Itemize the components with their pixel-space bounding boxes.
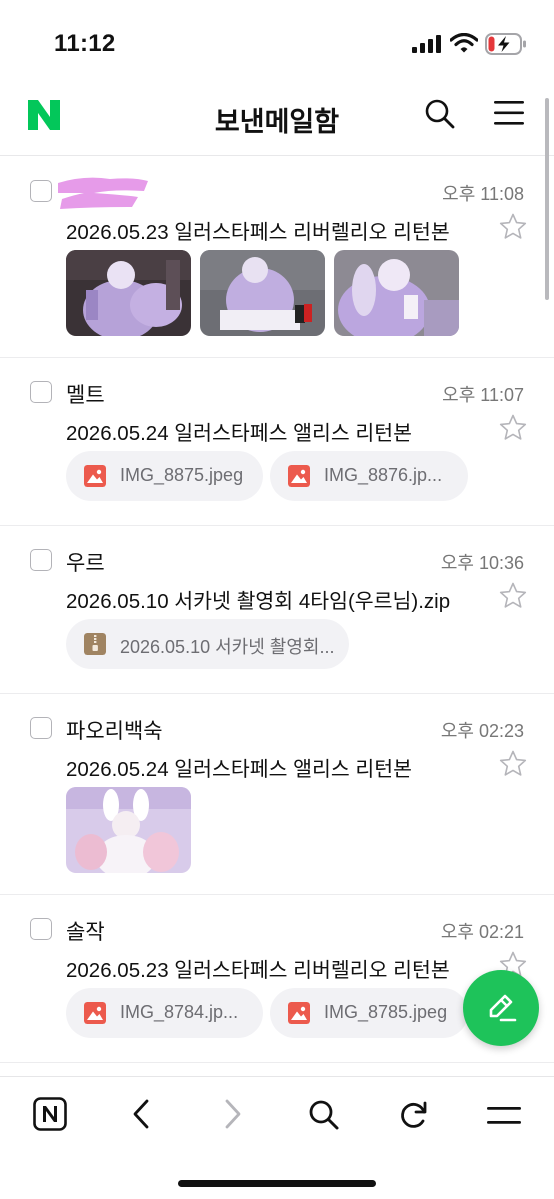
- mail-checkbox[interactable]: [30, 180, 52, 202]
- photo-thumbnail[interactable]: [66, 787, 191, 873]
- image-file-icon: [84, 465, 106, 487]
- star-icon[interactable]: [499, 750, 527, 777]
- photo-thumbnail[interactable]: [66, 250, 191, 336]
- search-icon[interactable]: [308, 1099, 340, 1131]
- forward-icon: [225, 1099, 241, 1129]
- attachment-chip[interactable]: IMG_8875.jpeg: [66, 451, 263, 501]
- image-file-icon: [288, 1002, 310, 1024]
- attachment-chip[interactable]: IMG_8876.jp...: [270, 451, 468, 501]
- image-file-icon: [288, 465, 310, 487]
- cellular-signal-icon: [412, 35, 441, 53]
- page-title: 보낸메일함: [214, 107, 340, 137]
- mail-item[interactable]: 오후 11:08 2026.05.23 일러스타페스 리버렐리오 리턴본: [0, 157, 554, 358]
- mail-time: 오후 10:36: [440, 553, 524, 573]
- mail-sender: 우르: [66, 552, 105, 575]
- status-bar: 11:12: [0, 0, 554, 80]
- mail-checkbox[interactable]: [30, 918, 52, 940]
- attachment-chip[interactable]: IMG_8784.jp...: [66, 988, 263, 1038]
- mail-sender: 멜트: [66, 384, 105, 407]
- zip-file-icon: [84, 633, 106, 655]
- attachment-name: IMG_8784.jp...: [120, 1002, 239, 1022]
- redacted-sender: [58, 177, 148, 209]
- mail-subject: 2026.05.24 일러스타페스 앨리스 리턴본: [66, 422, 413, 445]
- star-icon[interactable]: [499, 414, 527, 441]
- status-time: 11:12: [54, 30, 116, 57]
- search-icon[interactable]: [424, 98, 456, 130]
- mail-list: 오후 11:08 2026.05.23 일러스타페스 리버렐리오 리턴본 멜트 …: [0, 157, 554, 1075]
- mail-checkbox[interactable]: [30, 381, 52, 403]
- mail-subject: 2026.05.10 서카넷 촬영회 4타임(우르님).zip: [66, 590, 451, 613]
- attachment-name: IMG_8876.jp...: [324, 465, 443, 485]
- mail-time: 오후 11:08: [442, 184, 524, 204]
- hamburger-menu-icon[interactable]: [494, 100, 524, 126]
- naver-home-icon[interactable]: [33, 1097, 67, 1131]
- home-indicator: [178, 1180, 376, 1187]
- image-file-icon: [84, 1002, 106, 1024]
- wifi-icon: [450, 33, 478, 53]
- star-icon[interactable]: [499, 213, 527, 240]
- mail-subject: 2026.05.24 일러스타페스 앨리스 리턴본: [66, 758, 413, 781]
- mail-item[interactable]: 멜트 오후 11:07 2026.05.24 일러스타페스 앨리스 리턴본 IM…: [0, 359, 554, 526]
- battery-charging-icon: [485, 33, 526, 55]
- attachment-name: IMG_8875.jpeg: [120, 465, 244, 485]
- mail-item[interactable]: 파오리백숙 오후 02:23 2026.05.24 일러스타페스 앨리스 리턴본: [0, 695, 554, 895]
- photo-thumbnail[interactable]: [200, 250, 325, 336]
- menu-icon[interactable]: [487, 1106, 521, 1126]
- star-icon[interactable]: [499, 582, 527, 609]
- attachment-name: IMG_8785.jpeg: [324, 1002, 448, 1022]
- attachment-chip[interactable]: IMG_8785.jpeg: [270, 988, 468, 1038]
- compose-button[interactable]: [463, 970, 539, 1046]
- mail-item[interactable]: 우르 오후 10:36 2026.05.10 서카넷 촬영회 4타임(우르님).…: [0, 527, 554, 694]
- attachment-name: 2026.05.10 서카넷 촬영회...: [120, 637, 335, 657]
- refresh-icon[interactable]: [398, 1099, 430, 1131]
- mail-sender: 솔작: [66, 921, 105, 944]
- mail-subject: 2026.05.23 일러스타페스 리버렐리오 리턴본: [66, 959, 450, 982]
- mail-time: 오후 11:07: [442, 385, 524, 405]
- back-icon[interactable]: [131, 1097, 151, 1131]
- mail-time: 오후 02:23: [440, 721, 524, 741]
- app-header: 보낸메일함: [0, 80, 554, 156]
- mail-checkbox[interactable]: [30, 717, 52, 739]
- pencil-icon: [489, 994, 517, 1022]
- mail-item[interactable]: 솔작 오후 02:21 2026.05.23 일러스타페스 리버렐리오 리턴본 …: [0, 896, 554, 1063]
- mail-time: 오후 02:21: [440, 922, 524, 942]
- mail-subject: 2026.05.23 일러스타페스 리버렐리오 리턴본: [66, 221, 450, 244]
- mail-sender: 파오리백숙: [66, 720, 163, 743]
- mail-checkbox[interactable]: [30, 549, 52, 571]
- attachment-chip[interactable]: 2026.05.10 서카넷 촬영회...: [66, 619, 349, 669]
- photo-thumbnail[interactable]: [334, 250, 459, 336]
